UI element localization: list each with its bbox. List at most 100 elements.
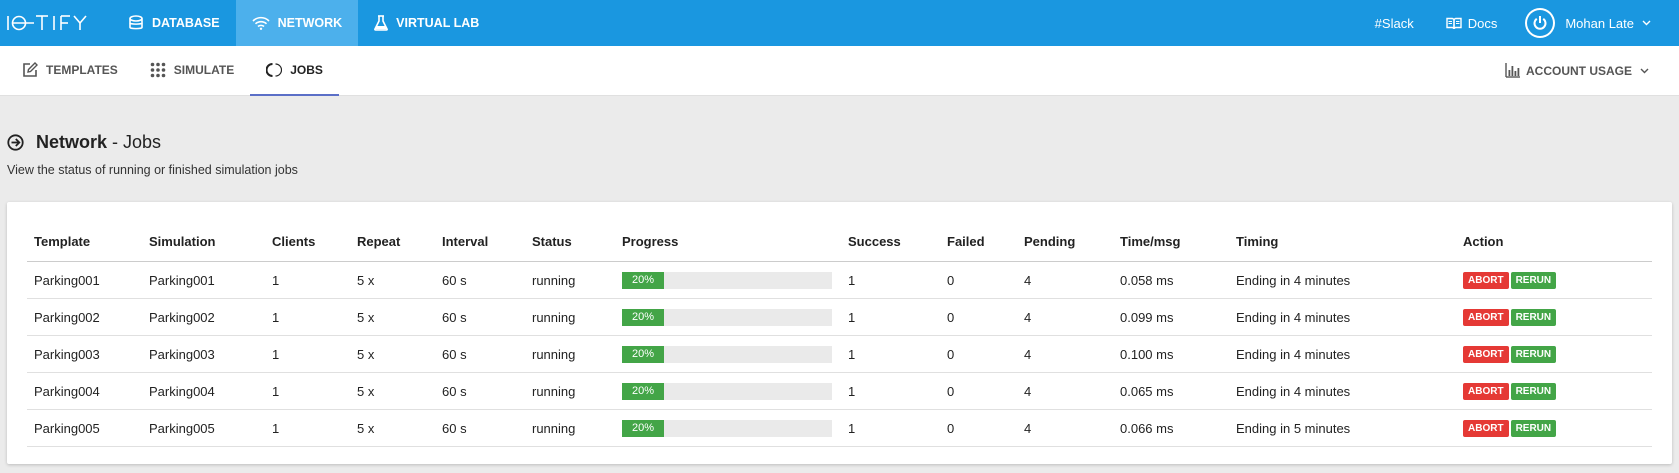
rerun-button[interactable]: Rerun bbox=[1510, 309, 1557, 326]
col-template: Template bbox=[27, 220, 142, 262]
arrow-right-circle-icon bbox=[7, 134, 24, 151]
col-simulation: Simulation bbox=[142, 220, 265, 262]
topnav-database[interactable]: Database bbox=[112, 0, 236, 46]
edit-icon bbox=[22, 61, 38, 78]
user-menu[interactable]: Mohan Late bbox=[1513, 8, 1679, 38]
flask-icon bbox=[374, 15, 389, 31]
cell-timing: Ending in 4 minutes bbox=[1229, 335, 1456, 373]
cell-timing: Ending in 4 minutes bbox=[1229, 298, 1456, 336]
user-name: Mohan Late bbox=[1565, 15, 1634, 31]
cell-failed: 0 bbox=[940, 261, 1017, 299]
tab-templates-label: Templates bbox=[46, 62, 118, 77]
cell-success: 1 bbox=[841, 409, 940, 447]
cell-action: Abort Rerun bbox=[1456, 409, 1652, 447]
progress-bar-fill: 20% bbox=[622, 382, 664, 400]
cell-pending: 4 bbox=[1017, 298, 1113, 336]
tab-jobs[interactable]: Jobs bbox=[250, 46, 339, 96]
cell-timing: Ending in 4 minutes bbox=[1229, 372, 1456, 410]
progress-bar-fill: 20% bbox=[622, 345, 664, 363]
cell-interval: 60 s bbox=[435, 335, 525, 373]
cell-action: Abort Rerun bbox=[1456, 372, 1652, 410]
page-subtitle: View the status of running or finished s… bbox=[7, 163, 298, 177]
iotify-logo-icon bbox=[7, 15, 87, 31]
cell-progress: 20% bbox=[615, 298, 841, 336]
account-usage-menu[interactable]: Account Usage bbox=[1505, 63, 1679, 78]
topnav-virtual-lab[interactable]: Virtual Lab bbox=[358, 0, 495, 46]
progress-bar-fill: 20% bbox=[622, 308, 664, 326]
cell-pending: 4 bbox=[1017, 372, 1113, 410]
cell-interval: 60 s bbox=[435, 409, 525, 447]
table-row: Parking002 Parking002 1 5 x 60 s running 20% 1 0… bbox=[27, 298, 1652, 336]
tab-jobs-label: Jobs bbox=[290, 62, 323, 77]
docs-link[interactable]: Docs bbox=[1430, 16, 1514, 31]
cell-progress: 20% bbox=[615, 409, 841, 447]
abort-button[interactable]: Abort bbox=[1463, 420, 1509, 437]
cell-interval: 60 s bbox=[435, 298, 525, 336]
col-failed: Failed bbox=[940, 220, 1017, 262]
rerun-button[interactable]: Rerun bbox=[1510, 272, 1557, 289]
cell-status: running bbox=[525, 335, 615, 373]
chevron-down-icon bbox=[1640, 68, 1649, 74]
progress-bar-fill: 20% bbox=[622, 419, 664, 437]
top-right-links: #Slack Docs Mohan Late bbox=[1359, 0, 1679, 46]
rerun-button[interactable]: Rerun bbox=[1510, 346, 1557, 363]
app-logo[interactable] bbox=[0, 0, 112, 46]
tab-simulate-label: Simulate bbox=[173, 62, 235, 77]
tab-templates[interactable]: Templates bbox=[6, 46, 134, 96]
rerun-button[interactable]: Rerun bbox=[1510, 383, 1557, 400]
cell-time-msg: 0.065 ms bbox=[1113, 372, 1229, 410]
tab-simulate[interactable]: Simulate bbox=[134, 46, 250, 96]
page-title-bold: Network bbox=[36, 132, 108, 152]
col-timing: Timing bbox=[1229, 220, 1456, 262]
table-header-row: Template Simulation Clients Repeat Inter… bbox=[27, 220, 1652, 262]
cell-success: 1 bbox=[841, 298, 940, 336]
progress-bar-fill: 20% bbox=[622, 271, 664, 289]
rerun-button[interactable]: Rerun bbox=[1510, 420, 1557, 437]
abort-button[interactable]: Abort bbox=[1463, 346, 1509, 363]
page-title-rest: - Jobs bbox=[107, 132, 162, 152]
cell-time-msg: 0.058 ms bbox=[1113, 261, 1229, 299]
top-nav: Database Network Virtual Lab bbox=[112, 0, 495, 46]
cell-clients: 1 bbox=[265, 298, 350, 336]
cell-action: Abort Rerun bbox=[1456, 335, 1652, 373]
table-row: Parking005 Parking005 1 5 x 60 s running 20% 1 0… bbox=[27, 409, 1652, 447]
topnav-network[interactable]: Network bbox=[235, 0, 359, 46]
page-title: Network - Jobs bbox=[36, 132, 161, 153]
cell-simulation: Parking002 bbox=[142, 298, 265, 336]
topnav-virtual-lab-label: Virtual Lab bbox=[396, 16, 480, 30]
cell-repeat: 5 x bbox=[350, 298, 435, 336]
wifi-icon bbox=[252, 16, 270, 30]
abort-button[interactable]: Abort bbox=[1463, 383, 1509, 400]
book-icon bbox=[1446, 17, 1462, 30]
cell-pending: 4 bbox=[1017, 335, 1113, 373]
cell-time-msg: 0.099 ms bbox=[1113, 298, 1229, 336]
abort-button[interactable]: Abort bbox=[1463, 272, 1509, 289]
cell-failed: 0 bbox=[940, 298, 1017, 336]
cell-status: running bbox=[525, 298, 615, 336]
col-action: Action bbox=[1456, 220, 1652, 262]
cell-template: Parking004 bbox=[27, 372, 142, 410]
cell-status: running bbox=[525, 409, 615, 447]
progress-bar: 20% bbox=[622, 271, 832, 289]
slack-link-label: #Slack bbox=[1374, 15, 1414, 31]
spinner-icon bbox=[266, 62, 283, 78]
cell-success: 1 bbox=[841, 335, 940, 373]
abort-button[interactable]: Abort bbox=[1463, 309, 1509, 326]
cell-repeat: 5 x bbox=[350, 372, 435, 410]
col-success: Success bbox=[841, 220, 940, 262]
col-interval: Interval bbox=[435, 220, 525, 262]
page-header: Network - Jobs View the status of runnin… bbox=[0, 96, 1679, 177]
slack-link[interactable]: #Slack bbox=[1359, 16, 1430, 31]
cell-success: 1 bbox=[841, 372, 940, 410]
top-bar: Database Network Virtual Lab #Slack Docs bbox=[0, 0, 1679, 46]
progress-bar: 20% bbox=[622, 308, 832, 326]
sub-nav-bar: Templates Simulate Jobs Account Usage bbox=[0, 46, 1679, 96]
cell-interval: 60 s bbox=[435, 372, 525, 410]
cell-status: running bbox=[525, 372, 615, 410]
avatar bbox=[1525, 8, 1556, 38]
jobs-table: Template Simulation Clients Repeat Inter… bbox=[27, 220, 1652, 447]
cell-action: Abort Rerun bbox=[1456, 298, 1652, 336]
cell-failed: 0 bbox=[940, 372, 1017, 410]
cell-template: Parking001 bbox=[27, 261, 142, 299]
cell-timing: Ending in 4 minutes bbox=[1229, 261, 1456, 299]
